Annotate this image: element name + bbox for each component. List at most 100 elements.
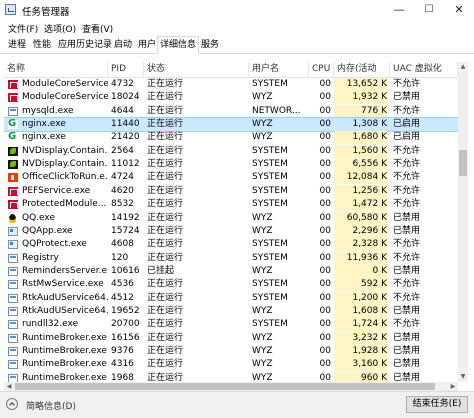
column-name[interactable]: 名称 <box>4 62 108 77</box>
close-button[interactable]: ✕ <box>444 0 474 20</box>
tab-startup[interactable]: 启动 <box>112 38 134 52</box>
process-user: SYSTEM <box>252 279 288 290</box>
process-cpu: 00 <box>319 346 331 356</box>
process-status: 已挂起 <box>147 265 175 276</box>
table-row[interactable]: RtkAudUService64... 19652 正在运行 WYZ 00 1,608 K… <box>4 304 458 318</box>
process-uac: 已启用 <box>393 119 421 130</box>
tab-details[interactable]: 详细信息 <box>157 36 200 54</box>
process-name: RstMwService.exe <box>22 279 104 290</box>
vertical-scrollbar[interactable]: ▲ ▼ <box>458 62 468 382</box>
process-name: Registry <box>22 252 59 263</box>
table-row[interactable]: QQProtect.exe 4608 正在运行 SYSTEM 00 2,328 K 不允许 <box>4 238 458 252</box>
tab-processes[interactable]: 进程 <box>6 38 28 52</box>
process-memory: 3,232 K <box>334 331 387 345</box>
vertical-scroll-thumb[interactable] <box>459 150 467 176</box>
process-memory: 776 K <box>334 104 387 118</box>
process-uac: 不允许 <box>393 199 421 210</box>
table-row[interactable]: ProtectedModule... 8532 正在运行 SYSTEM 00 1,472 … <box>4 198 458 212</box>
table-row[interactable]: RemindersServer.e... 10616 已挂起 WYZ 00 0 K 已禁用 <box>4 264 458 278</box>
table-row[interactable]: RuntimeBroker.exe 9376 正在运行 WYZ 00 1,928 K 已禁用 <box>4 345 458 358</box>
menu-view[interactable]: 查看(V) <box>82 22 113 35</box>
column-username[interactable]: 用户名 <box>249 62 309 77</box>
column-status[interactable]: 状态 <box>144 62 249 77</box>
maximize-button[interactable]: ☐ <box>414 0 444 20</box>
window-app-icon <box>8 106 18 116</box>
table-row[interactable]: RuntimeBroker.exe 16156 正在运行 WYZ 00 3,232 K 已禁… <box>4 331 458 345</box>
process-cpu: 00 <box>319 79 331 89</box>
table-row[interactable]: Registry 120 正在运行 SYSTEM 00 11,936 K 不允许 <box>4 251 458 265</box>
process-uac: 不允许 <box>393 172 421 183</box>
chevron-up-icon[interactable] <box>6 398 18 410</box>
scroll-right-icon[interactable]: ▶ <box>448 382 458 391</box>
minimize-button[interactable]: — <box>384 0 414 20</box>
process-status: 正在运行 <box>147 332 184 343</box>
process-status: 正在运行 <box>147 239 184 250</box>
table-row[interactable]: QQ.exe 14192 正在运行 WYZ 00 60,580 K 已禁用 <box>4 211 458 225</box>
nvidia-icon <box>8 146 18 156</box>
menu-file[interactable]: 文件(F) <box>8 22 38 35</box>
qq-app-icon <box>8 240 18 250</box>
scroll-down-icon[interactable]: ▼ <box>458 372 468 382</box>
process-status: 正在运行 <box>147 199 184 210</box>
end-task-button[interactable]: 结束任务(E) <box>406 396 468 413</box>
process-status: 正在运行 <box>147 372 184 382</box>
table-row[interactable]: NVDisplay.Contain... 2564 正在运行 SYSTEM 00 1,56… <box>4 144 458 158</box>
process-uac: 不允许 <box>393 105 421 116</box>
table-row[interactable]: mysqld.exe 4644 正在运行 NETWOR... 00 776 K 不允许 <box>4 104 458 118</box>
table-row[interactable]: NVDisplay.Contain... 11012 正在运行 SYSTEM 00 6,5… <box>4 158 458 172</box>
process-table: 名称 PID 状态 ▲ 用户名 CPU 内存(活动的... UAC 虚拟化 Mo… <box>4 62 458 382</box>
window-app-icon <box>8 320 18 330</box>
process-user: SYSTEM <box>252 292 288 303</box>
column-pid[interactable]: PID <box>108 62 144 77</box>
table-row[interactable]: RuntimeBroker.exe 4316 正在运行 WYZ 00 3,160 K 已禁用 <box>4 358 458 372</box>
table-row[interactable]: rundll32.exe 20700 正在运行 SYSTEM 00 1,724 K 不允许 <box>4 318 458 332</box>
table-row[interactable]: PEFService.exe 4620 正在运行 SYSTEM 00 1,256 K 不允许 <box>4 184 458 198</box>
window-app-icon <box>8 333 18 343</box>
process-pid: 18024 <box>111 92 140 103</box>
scroll-up-icon[interactable]: ▲ <box>458 62 468 72</box>
process-cpu: 00 <box>319 105 331 116</box>
process-name: rundll32.exe <box>22 319 79 330</box>
tab-users[interactable]: 用户 <box>136 38 158 52</box>
window-app-icon <box>8 360 18 370</box>
process-uac: 不允许 <box>393 239 421 250</box>
window-app-icon <box>8 373 18 382</box>
process-status: 正在运行 <box>147 159 184 170</box>
tab-services[interactable]: 服务 <box>199 38 221 52</box>
process-name: NVDisplay.Contain... <box>22 159 108 170</box>
horizontal-scroll-thumb[interactable] <box>15 383 435 390</box>
table-row[interactable]: QQApp.exe 15724 正在运行 WYZ 00 2,296 K 已禁用 <box>4 224 458 238</box>
process-cpu: 00 <box>319 359 331 370</box>
process-cpu: 00 <box>319 265 331 276</box>
menu-bar: 文件(F) 选项(O) 查看(V) <box>0 20 474 36</box>
table-row[interactable]: nginx.exe 11440 正在运行 WYZ 00 1,308 K 已启用 <box>4 117 458 133</box>
tab-performance[interactable]: 性能 <box>31 38 53 52</box>
table-row[interactable]: OfficeClickToRun.e... 4724 正在运行 SYSTEM 00 12,… <box>4 171 458 185</box>
nginx-icon <box>8 118 18 130</box>
table-row[interactable]: nginx.exe 21420 正在运行 WYZ 001,680 K 已启用 <box>4 131 458 145</box>
scroll-left-icon[interactable]: ◀ <box>4 382 14 391</box>
table-row[interactable]: ModuleCoreService... 4732 正在运行 SYSTEM 00 13,6… <box>4 78 458 91</box>
menu-options[interactable]: 选项(O) <box>44 22 76 35</box>
process-status: 正在运行 <box>147 185 184 196</box>
horizontal-scrollbar[interactable]: ◀ ▶ <box>4 382 458 391</box>
process-pid: 19652 <box>111 305 140 316</box>
table-row[interactable]: RuntimeBroker.exe 1968 正在运行 WYZ 00 960 K 已禁用 <box>4 371 458 382</box>
process-memory: 6,556 K <box>334 158 387 172</box>
table-row[interactable]: ModuleCoreService... 18024 正在运行 WYZ 00 1,932 … <box>4 91 458 105</box>
table-row[interactable]: RtkAudUService64... 4512 正在运行 SYSTEM 00 1,200… <box>4 291 458 305</box>
tab-app-history[interactable]: 应用历史记录 <box>56 38 114 52</box>
table-row[interactable]: RstMwService.exe 4536 正在运行 SYSTEM 00 592 K 不允许 <box>4 278 458 292</box>
process-pid: 4536 <box>111 279 134 290</box>
column-memory[interactable]: 内存(活动的... <box>334 62 390 89</box>
process-user: SYSTEM <box>252 199 288 210</box>
process-status: 正在运行 <box>147 319 184 330</box>
process-name: nginx.exe <box>22 132 66 143</box>
less-details-link[interactable]: 简略信息(D) <box>26 399 76 412</box>
column-uac[interactable]: UAC 虚拟化 <box>390 62 458 77</box>
column-cpu[interactable]: CPU <box>309 62 334 77</box>
process-name: RuntimeBroker.exe <box>22 372 107 382</box>
task-manager-icon <box>5 4 16 15</box>
process-uac: 不允许 <box>393 185 421 196</box>
process-cpu: 00 <box>319 252 331 263</box>
